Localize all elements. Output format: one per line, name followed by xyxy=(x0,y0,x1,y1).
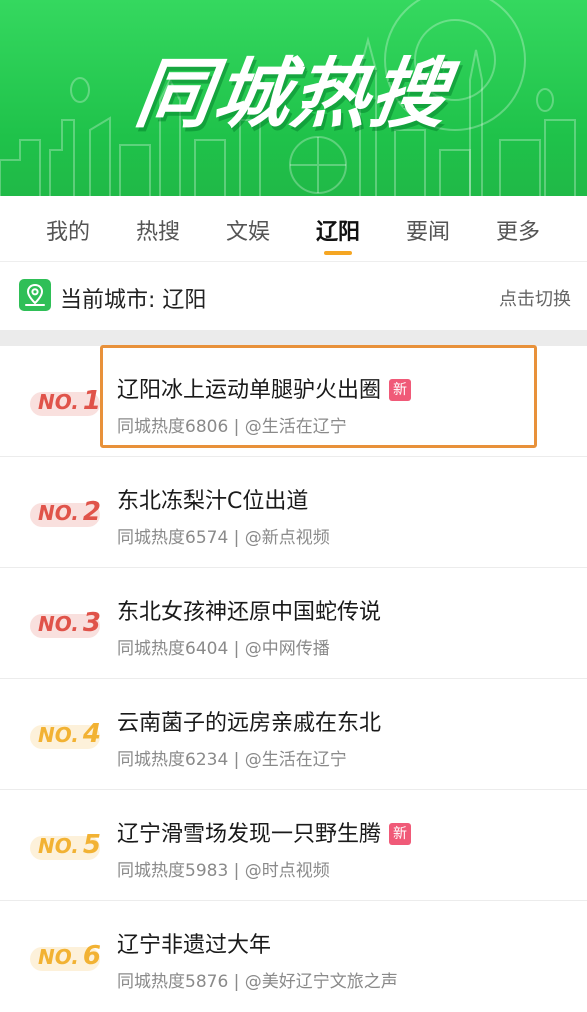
new-badge: 新 xyxy=(389,379,412,401)
rank-label: NO. 1 xyxy=(38,386,101,416)
rank-label: NO. 3 xyxy=(38,608,101,638)
current-city-bar: 当前城市: 辽阳 点击切换 xyxy=(0,262,587,330)
hot-item-meta: 同城热度6574 | @新点视频 xyxy=(117,528,330,548)
rank-label: NO. 2 xyxy=(38,497,101,527)
hot-item-title: 辽宁滑雪场发现一只野生腾新 xyxy=(117,816,412,848)
rank-label: NO. 6 xyxy=(38,941,101,971)
map-pin-icon xyxy=(19,279,51,311)
hot-list-item-1[interactable]: NO. 1 辽阳冰上运动单腿驴火出圈新 同城热度6806 | @生活在辽宁 xyxy=(0,346,587,457)
new-badge: 新 xyxy=(389,823,412,845)
hot-list-item-2[interactable]: NO. 2 东北冻梨汁C位出道 同城热度6574 | @新点视频 xyxy=(0,457,587,568)
hot-list-item-5[interactable]: NO. 5 辽宁滑雪场发现一只野生腾新 同城热度5983 | @时点视频 xyxy=(0,790,587,901)
tab-news[interactable]: 要闻 xyxy=(388,214,468,246)
hot-item-title: 辽阳冰上运动单腿驴火出圈新 xyxy=(117,372,412,404)
hot-list-item-6[interactable]: NO. 6 辽宁非遗过大年 同城热度5876 | @美好辽宁文旅之声 xyxy=(0,901,587,1012)
hot-search-banner: 同城热搜 xyxy=(0,0,587,196)
hot-item-meta: 同城热度5876 | @美好辽宁文旅之声 xyxy=(117,972,398,992)
switch-city-button[interactable]: 点击切换 xyxy=(499,285,571,311)
tab-liaoyang[interactable]: 辽阳 xyxy=(298,214,378,246)
hot-item-title: 东北冻梨汁C位出道 xyxy=(117,489,309,514)
hot-list-item-3[interactable]: NO. 3 东北女孩神还原中国蛇传说 同城热度6404 | @中网传播 xyxy=(0,568,587,679)
active-tab-indicator xyxy=(324,251,352,255)
current-city-label: 当前城市: 辽阳 xyxy=(60,288,207,313)
hot-item-title: 东北女孩神还原中国蛇传说 xyxy=(117,600,382,625)
tab-more[interactable]: 更多 xyxy=(478,214,558,246)
hot-item-meta: 同城热度5983 | @时点视频 xyxy=(117,861,330,881)
tab-hot-search[interactable]: 热搜 xyxy=(118,214,198,246)
section-divider xyxy=(0,330,587,346)
hot-item-title: 辽宁非遗过大年 xyxy=(117,933,272,958)
hot-item-title: 云南菌子的远房亲戚在东北 xyxy=(117,711,382,736)
banner-title: 同城热搜 xyxy=(130,49,455,138)
tab-entertainment[interactable]: 文娱 xyxy=(208,214,288,246)
tab-mine[interactable]: 我的 xyxy=(28,214,108,246)
hot-item-meta: 同城热度6404 | @中网传播 xyxy=(117,639,330,659)
hot-item-meta: 同城热度6806 | @生活在辽宁 xyxy=(117,417,347,437)
category-tabs: 我的 热搜 文娱 辽阳 要闻 更多 xyxy=(0,196,587,262)
rank-label: NO. 5 xyxy=(38,830,101,860)
hot-list-item-4[interactable]: NO. 4 云南菌子的远房亲戚在东北 同城热度6234 | @生活在辽宁 xyxy=(0,679,587,790)
hot-item-meta: 同城热度6234 | @生活在辽宁 xyxy=(117,750,347,770)
rank-label: NO. 4 xyxy=(38,719,101,749)
